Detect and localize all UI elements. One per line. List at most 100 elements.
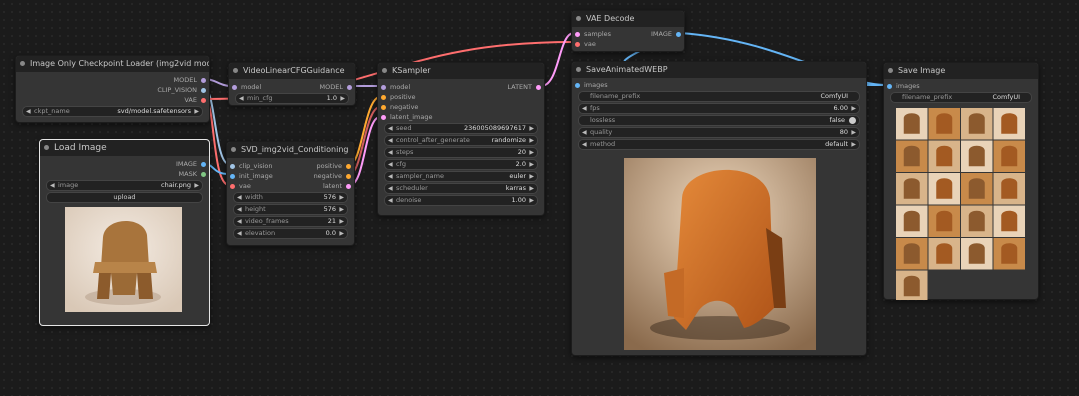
arrow-right-icon[interactable]: ▶	[529, 124, 534, 133]
width-number[interactable]: ◀ width 576 ▶	[233, 192, 348, 203]
elevation-number[interactable]: ◀ elevation 0.0 ▶	[233, 228, 348, 239]
image-combo[interactable]: ◀ image chair.png ▶	[46, 180, 203, 191]
output-slot-mask[interactable]	[201, 171, 206, 177]
frame-thumbnail[interactable]	[961, 140, 993, 173]
checkpoint-loader-node[interactable]: Image Only Checkpoint Loader (img2vid mo…	[15, 55, 210, 123]
input-slot-images[interactable]	[575, 82, 580, 88]
arrow-left-icon[interactable]: ◀	[237, 193, 242, 202]
arrow-right-icon[interactable]: ▶	[851, 128, 856, 137]
arrow-left-icon[interactable]: ◀	[582, 140, 587, 149]
arrow-left-icon[interactable]: ◀	[237, 217, 242, 226]
node-title[interactable]: Load Image	[40, 140, 209, 156]
fps-number[interactable]: ◀ fps 6.00 ▶	[578, 103, 860, 114]
min-cfg-number[interactable]: ◀ min_cfg 1.0 ▶	[235, 93, 349, 104]
node-title[interactable]: SVD_img2vid_Conditioning	[227, 142, 354, 158]
arrow-left-icon[interactable]: ◀	[237, 205, 242, 214]
collapse-dot-icon[interactable]	[44, 145, 49, 150]
arrow-left-icon[interactable]: ◀	[582, 128, 587, 137]
frame-thumbnail[interactable]	[928, 108, 961, 140]
frame-thumbnail[interactable]	[993, 238, 1026, 270]
output-slot-latent[interactable]	[346, 183, 351, 189]
arrow-right-icon[interactable]: ▶	[529, 184, 534, 193]
frame-thumbnail[interactable]	[896, 238, 928, 270]
node-title[interactable]: KSampler	[378, 63, 544, 79]
input-slot-positive[interactable]	[381, 94, 386, 100]
save-image-node[interactable]: Save Image images filename_prefix ComfyUI	[883, 62, 1039, 300]
frame-thumbnail[interactable]	[993, 140, 1026, 173]
arrow-left-icon[interactable]: ◀	[388, 184, 393, 193]
arrow-right-icon[interactable]: ▶	[529, 196, 534, 205]
frame-thumbnail[interactable]	[928, 173, 961, 205]
filename-prefix-text[interactable]: filename_prefix ComfyUI	[890, 92, 1032, 103]
ckpt-name-combo[interactable]: ◀ ckpt_name svd/model.safetensors ▶	[22, 106, 203, 117]
input-slot-negative[interactable]	[381, 104, 386, 110]
input-slot-model[interactable]	[381, 84, 386, 90]
arrow-right-icon[interactable]: ▶	[194, 181, 199, 190]
input-slot-images[interactable]	[887, 83, 892, 89]
arrow-right-icon[interactable]: ▶	[339, 205, 344, 214]
arrow-left-icon[interactable]: ◀	[237, 229, 242, 238]
frame-thumbnail[interactable]	[928, 205, 961, 238]
arrow-right-icon[interactable]: ▶	[339, 229, 344, 238]
output-slot-image[interactable]	[201, 161, 206, 167]
frame-thumbnail[interactable]	[896, 205, 928, 238]
frame-thumbnail[interactable]	[993, 108, 1026, 140]
arrow-right-icon[interactable]: ▶	[529, 148, 534, 157]
lossless-toggle[interactable]: lossless false	[578, 115, 860, 126]
frame-thumbnail[interactable]	[896, 173, 928, 205]
frame-thumbnail[interactable]	[896, 270, 928, 301]
node-title[interactable]: Image Only Checkpoint Loader (img2vid mo…	[16, 56, 209, 72]
collapse-dot-icon[interactable]	[233, 68, 238, 73]
frame-thumbnail[interactable]	[928, 140, 961, 173]
arrow-right-icon[interactable]: ▶	[340, 94, 345, 103]
collapse-dot-icon[interactable]	[382, 68, 387, 73]
arrow-left-icon[interactable]: ◀	[388, 136, 393, 145]
input-slot-model[interactable]	[232, 84, 237, 90]
output-slot-positive[interactable]	[346, 163, 351, 169]
output-slot-image[interactable]	[676, 31, 681, 37]
arrow-left-icon[interactable]: ◀	[26, 107, 31, 116]
video-cfg-guidance-node[interactable]: VideoLinearCFGGuidance model MODEL ◀ min_c…	[228, 62, 356, 106]
collapse-dot-icon[interactable]	[576, 67, 581, 72]
denoise-number[interactable]: ◀ denoise 1.00 ▶	[384, 195, 538, 206]
node-title[interactable]: Save Image	[884, 63, 1038, 79]
method-combo[interactable]: ◀ method default ▶	[578, 139, 860, 150]
frame-thumbnail[interactable]	[961, 238, 993, 270]
frame-thumbnail[interactable]	[896, 140, 928, 173]
arrow-right-icon[interactable]: ▶	[851, 140, 856, 149]
cfg-number[interactable]: ◀ cfg 2.0 ▶	[384, 159, 538, 170]
sampler-name-combo[interactable]: ◀ sampler_name euler ▶	[384, 171, 538, 182]
collapse-dot-icon[interactable]	[576, 16, 581, 21]
control-after-generate-combo[interactable]: ◀ control_after_generate randomize ▶	[384, 135, 538, 146]
node-title[interactable]: VideoLinearCFGGuidance	[229, 63, 355, 79]
frame-thumbnail[interactable]	[993, 205, 1026, 238]
input-slot-vae[interactable]	[230, 183, 235, 189]
frame-thumbnail[interactable]	[961, 205, 993, 238]
ksampler-node[interactable]: KSampler model LATENT positive negative l…	[377, 62, 545, 216]
arrow-right-icon[interactable]: ▶	[851, 104, 856, 113]
arrow-left-icon[interactable]: ◀	[239, 94, 244, 103]
quality-number[interactable]: ◀ quality 80 ▶	[578, 127, 860, 138]
arrow-left-icon[interactable]: ◀	[388, 124, 393, 133]
load-image-node[interactable]: Load Image IMAGE MASK ◀ image chair.png ▶ u…	[39, 139, 210, 326]
arrow-right-icon[interactable]: ▶	[339, 193, 344, 202]
output-slot-model[interactable]	[201, 77, 206, 83]
steps-number[interactable]: ◀ steps 20 ▶	[384, 147, 538, 158]
input-slot-init-image[interactable]	[230, 173, 235, 179]
collapse-dot-icon[interactable]	[888, 68, 893, 73]
output-slot-model[interactable]	[347, 84, 352, 90]
input-slot-clip-vision[interactable]	[230, 163, 235, 169]
arrow-left-icon[interactable]: ◀	[388, 196, 393, 205]
node-title[interactable]: SaveAnimatedWEBP	[572, 62, 866, 78]
frame-thumbnail[interactable]	[896, 108, 928, 140]
input-slot-latent-image[interactable]	[381, 114, 386, 120]
output-slot-latent[interactable]	[536, 84, 541, 90]
arrow-left-icon[interactable]: ◀	[582, 104, 587, 113]
scheduler-combo[interactable]: ◀ scheduler karras ▶	[384, 183, 538, 194]
output-slot-negative[interactable]	[346, 173, 351, 179]
arrow-right-icon[interactable]: ▶	[529, 160, 534, 169]
collapse-dot-icon[interactable]	[20, 61, 25, 66]
arrow-right-icon[interactable]: ▶	[529, 172, 534, 181]
frame-thumbnail[interactable]	[961, 173, 993, 205]
input-slot-vae[interactable]	[575, 41, 580, 47]
